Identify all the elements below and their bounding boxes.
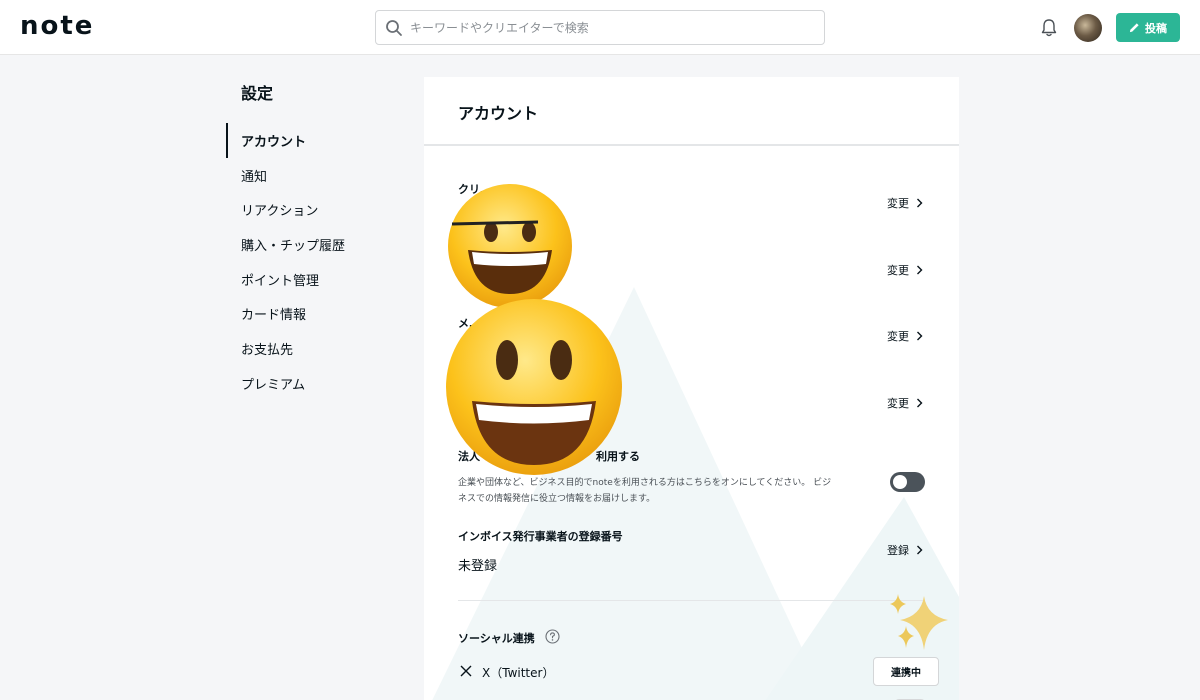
chevron-right-icon (917, 545, 923, 555)
change-button[interactable]: 変更 (887, 195, 923, 211)
change-button-label: 変更 (887, 264, 909, 277)
change-button-label: 変更 (887, 197, 909, 210)
help-icon[interactable] (545, 629, 560, 644)
register-button[interactable]: 登録 (887, 542, 923, 558)
change-button[interactable]: 変更 (887, 262, 923, 278)
business-use-toggle[interactable] (890, 472, 925, 492)
sidebar-item-label: 通知 (241, 169, 268, 185)
change-button-label: 変更 (887, 397, 909, 410)
sidebar-item-label: 購入・チップ履歴 (241, 238, 346, 254)
chevron-right-icon (917, 398, 923, 408)
x-logo-icon (460, 665, 472, 677)
sidebar-item-card-info[interactable]: カード情報 (226, 296, 406, 331)
x-twitter-label: X（Twitter） (482, 666, 555, 680)
change-button[interactable]: 変更 (887, 328, 923, 344)
top-header: note 投稿 (0, 0, 1200, 55)
sidebar-item-label: アカウント (241, 134, 307, 150)
sidebar-item-label: お支払先 (241, 342, 294, 358)
register-button-label: 登録 (887, 544, 909, 557)
grinning-face-emoji-large (446, 299, 622, 475)
bell-icon[interactable] (1040, 18, 1058, 38)
chevron-right-icon (917, 265, 923, 275)
post-button[interactable]: 投稿 (1116, 13, 1180, 42)
sidebar-item-label: カード情報 (241, 308, 307, 324)
invoice-label: インボイス発行事業者の登録番号 (458, 530, 623, 543)
chevron-right-icon (917, 331, 923, 341)
pencil-icon (1129, 23, 1139, 33)
business-use-description: 企業や団体など、ビジネス目的でnoteを利用される方はこちらをオンにしてください… (458, 478, 832, 504)
post-button-label: 投稿 (1145, 21, 1167, 35)
settings-nav: アカウント 通知 リアクション 購入・チップ履歴 ポイント管理 カード情報 お支… (226, 123, 406, 401)
search-icon (386, 20, 402, 36)
sidebar-item-label: リアクション (241, 204, 319, 220)
sidebar-item-notifications[interactable]: 通知 (226, 158, 406, 193)
sidebar-item-label: ポイント管理 (241, 273, 320, 289)
search-input[interactable] (410, 11, 810, 44)
change-button-label: 変更 (887, 330, 909, 343)
sparkles-emoji (890, 594, 948, 650)
sidebar-item-purchase-history[interactable]: 購入・チップ履歴 (226, 227, 406, 262)
sidebar-item-premium[interactable]: プレミアム (226, 366, 406, 401)
change-button[interactable]: 変更 (887, 395, 923, 411)
social-link-label: ソーシャル連携 (458, 632, 535, 645)
section-divider (458, 600, 925, 601)
sidebar-item-payout[interactable]: お支払先 (226, 331, 406, 366)
chevron-right-icon (917, 198, 923, 208)
toggle-knob (893, 475, 907, 489)
search-box[interactable] (375, 10, 825, 45)
grinning-face-emoji-small (448, 184, 572, 308)
user-avatar[interactable] (1074, 14, 1102, 42)
sidebar-item-account[interactable]: アカウント (226, 123, 406, 158)
sidebar-item-points[interactable]: ポイント管理 (226, 262, 406, 297)
title-divider (424, 144, 959, 146)
sidebar-item-reactions[interactable]: リアクション (226, 192, 406, 227)
invoice-value: 未登録 (458, 559, 498, 574)
linked-button[interactable]: 連携中 (873, 657, 939, 686)
settings-title: 設定 (241, 84, 274, 103)
note-logo[interactable]: note (20, 11, 94, 41)
sidebar-item-label: プレミアム (241, 377, 306, 393)
page-title: アカウント (458, 104, 539, 123)
